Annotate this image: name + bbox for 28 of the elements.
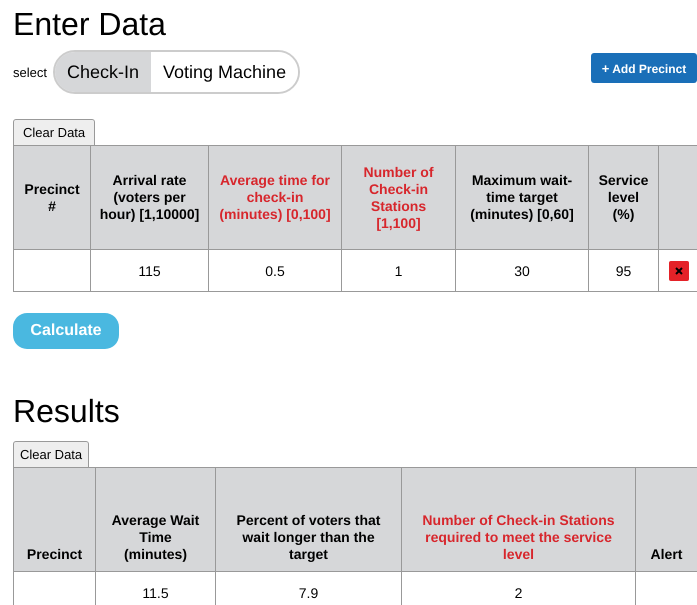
table-cell: 0.5 xyxy=(265,262,285,278)
clear-data-tab[interactable]: Clear Data xyxy=(13,441,90,467)
table-cell: 115 xyxy=(138,262,161,278)
close-icon xyxy=(674,266,682,274)
page-title: Enter Data xyxy=(13,5,167,42)
table-cell: 2 xyxy=(514,584,522,600)
column-header: Arrival rate (voters per hour) [1,10000] xyxy=(98,172,200,223)
column-header: Number of Check-in Stations [1,100] xyxy=(362,164,434,232)
column-header: Maximum wait-time target (minutes) [0,60] xyxy=(469,172,575,223)
column-header: Percent of voters that wait longer than the target xyxy=(236,512,382,563)
column-header: Average time for check-in (minutes) [0,100] xyxy=(218,172,332,223)
table-cell: 7.9 xyxy=(298,584,318,600)
clear-data-tab[interactable]: Clear Data xyxy=(13,119,96,145)
column-header: Average Wait Time (minutes) xyxy=(110,512,200,563)
column-header: Service level (%) xyxy=(598,172,648,223)
column-header: Precinct # xyxy=(23,180,81,214)
column-header: Number of Check-in Stations required to meet the service level xyxy=(421,512,616,563)
delete-button[interactable] xyxy=(668,260,688,280)
mode-toggle-option[interactable]: Check-In xyxy=(54,52,151,92)
table-cell: 1 xyxy=(394,262,402,278)
table-cell: 11.5 xyxy=(142,584,169,600)
select-label: select xyxy=(13,64,47,80)
add-precinct-button[interactable]: + Add Precinct xyxy=(591,53,697,83)
table-cell: 95 xyxy=(616,262,632,278)
table-cell: 30 xyxy=(514,262,530,278)
results-title: Results xyxy=(13,392,121,429)
column-header: Precinct xyxy=(26,546,82,563)
column-header: Alert xyxy=(650,546,682,563)
